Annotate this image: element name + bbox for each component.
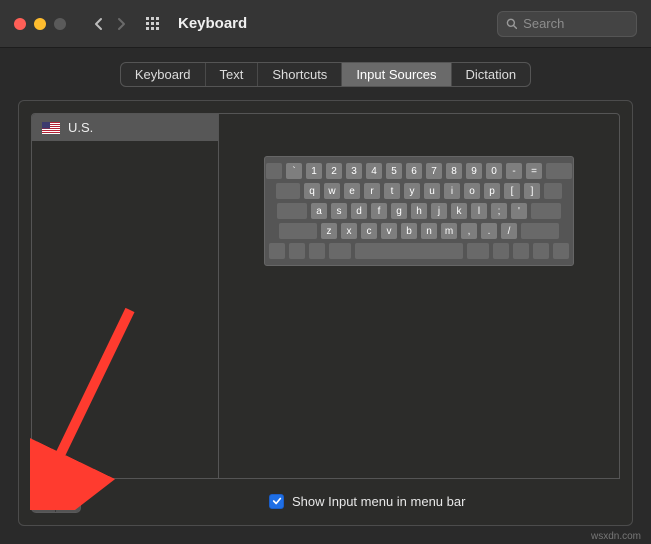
key: 6 bbox=[406, 163, 422, 179]
key: 9 bbox=[466, 163, 482, 179]
key: , bbox=[461, 223, 477, 239]
key: 4 bbox=[366, 163, 382, 179]
key: o bbox=[464, 183, 480, 199]
keyboard-row: qwertyuiop[] bbox=[271, 183, 567, 199]
key: ; bbox=[491, 203, 507, 219]
key: ' bbox=[511, 203, 527, 219]
key: u bbox=[424, 183, 440, 199]
key: 7 bbox=[426, 163, 442, 179]
tab-text[interactable]: Text bbox=[206, 63, 259, 86]
search-field[interactable] bbox=[497, 11, 637, 37]
show-all-button[interactable] bbox=[142, 13, 164, 35]
checkmark-icon bbox=[272, 496, 282, 506]
tab-input-sources[interactable]: Input Sources bbox=[342, 63, 451, 86]
show-input-menu-row[interactable]: Show Input menu in menu bar bbox=[269, 494, 465, 509]
key: j bbox=[431, 203, 447, 219]
key: 2 bbox=[326, 163, 342, 179]
tab-keyboard[interactable]: Keyboard bbox=[121, 63, 206, 86]
key: d bbox=[351, 203, 367, 219]
key: x bbox=[341, 223, 357, 239]
key: y bbox=[404, 183, 420, 199]
key: c bbox=[361, 223, 377, 239]
key: n bbox=[421, 223, 437, 239]
key: k bbox=[451, 203, 467, 219]
window-controls bbox=[14, 18, 66, 30]
add-remove-control: + − bbox=[31, 489, 81, 513]
keyboard-row: zxcvbnm,./ bbox=[271, 223, 567, 239]
key: l bbox=[471, 203, 487, 219]
forward-button[interactable] bbox=[110, 13, 132, 35]
key: . bbox=[481, 223, 497, 239]
segmented-control: Keyboard Text Shortcuts Input Sources Di… bbox=[120, 62, 531, 87]
key: t bbox=[384, 183, 400, 199]
search-input[interactable] bbox=[523, 16, 628, 31]
key: w bbox=[324, 183, 340, 199]
zoom-window-button[interactable] bbox=[54, 18, 66, 30]
titlebar: Keyboard bbox=[0, 0, 651, 48]
key: q bbox=[304, 183, 320, 199]
keyboard-row: `1234567890-= bbox=[271, 163, 567, 179]
bottom-bar: + − Show Input menu in menu bar bbox=[19, 479, 632, 525]
grid-icon bbox=[145, 16, 161, 32]
minimize-window-button[interactable] bbox=[34, 18, 46, 30]
show-input-menu-label: Show Input menu in menu bar bbox=[292, 494, 465, 509]
tab-dictation[interactable]: Dictation bbox=[452, 63, 531, 86]
window-title: Keyboard bbox=[178, 15, 247, 32]
search-icon bbox=[506, 17, 517, 30]
us-flag-icon bbox=[42, 122, 60, 134]
keyboard-preview-pane: `1234567890-= qwertyuiop[] asdfghjkl;' z… bbox=[219, 113, 620, 479]
key: z bbox=[321, 223, 337, 239]
key: b bbox=[401, 223, 417, 239]
keyboard-preview: `1234567890-= qwertyuiop[] asdfghjkl;' z… bbox=[264, 156, 574, 266]
key: ] bbox=[524, 183, 540, 199]
content-panel: U.S. `1234567890-= qwertyuiop[] asdfghjk… bbox=[18, 100, 633, 526]
key: - bbox=[506, 163, 522, 179]
tab-shortcuts[interactable]: Shortcuts bbox=[258, 63, 342, 86]
key: / bbox=[501, 223, 517, 239]
key: r bbox=[364, 183, 380, 199]
source-name: U.S. bbox=[68, 120, 93, 135]
key: [ bbox=[504, 183, 520, 199]
key: 8 bbox=[446, 163, 462, 179]
key: e bbox=[344, 183, 360, 199]
keyboard-row: asdfghjkl;' bbox=[271, 203, 567, 219]
list-item[interactable]: U.S. bbox=[32, 114, 218, 141]
keyboard-row bbox=[271, 243, 567, 259]
key: 3 bbox=[346, 163, 362, 179]
key: = bbox=[526, 163, 542, 179]
close-window-button[interactable] bbox=[14, 18, 26, 30]
key: h bbox=[411, 203, 427, 219]
key: ` bbox=[286, 163, 302, 179]
key: m bbox=[441, 223, 457, 239]
key: f bbox=[371, 203, 387, 219]
key: g bbox=[391, 203, 407, 219]
show-input-menu-checkbox[interactable] bbox=[269, 494, 284, 509]
key: p bbox=[484, 183, 500, 199]
chevron-right-icon bbox=[116, 17, 126, 31]
input-sources-list[interactable]: U.S. bbox=[31, 113, 219, 479]
tab-bar: Keyboard Text Shortcuts Input Sources Di… bbox=[0, 48, 651, 97]
back-button[interactable] bbox=[88, 13, 110, 35]
key: 5 bbox=[386, 163, 402, 179]
key: a bbox=[311, 203, 327, 219]
key: s bbox=[331, 203, 347, 219]
add-source-button[interactable]: + bbox=[32, 490, 56, 512]
key: v bbox=[381, 223, 397, 239]
chevron-left-icon bbox=[94, 17, 104, 31]
key: 1 bbox=[306, 163, 322, 179]
watermark: wsxdn.com bbox=[591, 531, 641, 542]
key: i bbox=[444, 183, 460, 199]
remove-source-button[interactable]: − bbox=[56, 490, 80, 512]
key: 0 bbox=[486, 163, 502, 179]
